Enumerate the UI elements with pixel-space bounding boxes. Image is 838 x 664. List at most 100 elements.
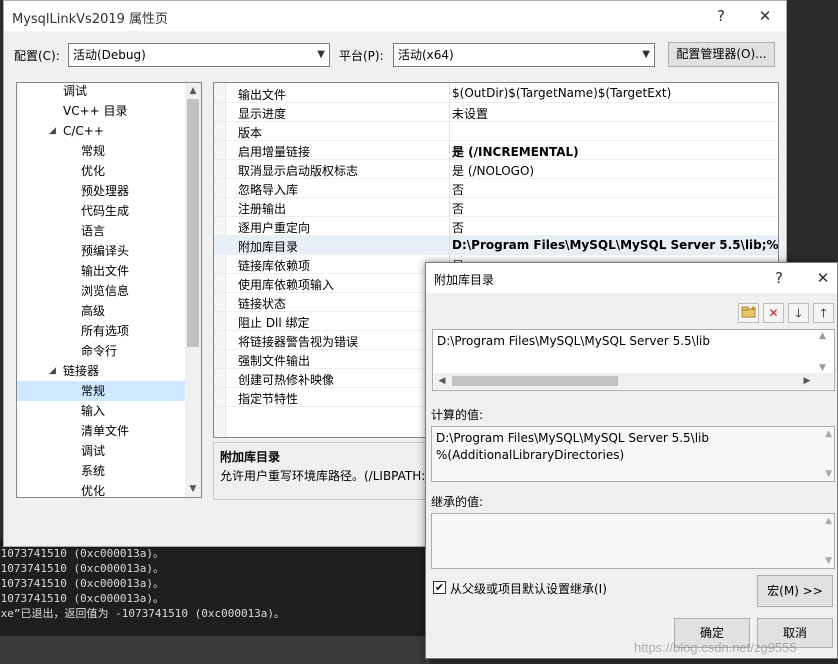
property-row[interactable]: 忽略导入库 否 [214,179,778,198]
description-text: 允许用户重写环境库路径。(/LIBPATH:f [220,469,430,483]
property-value[interactable]: 否 [452,181,778,198]
move-down-icon[interactable]: 🡓 [788,303,809,323]
category-tree: 调试 VC++ 目录 ◢ C/C++ 常规 优化 预处理器 代码生成 语言 预编译头 输出文件 浏览信… [16,82,202,498]
tree-item-label: 优化 [81,164,106,178]
tree-item[interactable]: 优化 [17,161,185,181]
property-value[interactable]: 是 (/INCREMENTAL) [452,143,778,160]
tree-item[interactable]: 常规 [17,381,185,401]
scroll-down-icon[interactable]: ▼ [185,481,201,497]
expand-toggle-icon[interactable]: ◢ [49,121,56,141]
tree-item[interactable]: 系统 [17,461,185,481]
tree-item[interactable]: 高级 [17,301,185,321]
tree-item-label: 输出文件 [81,264,130,278]
tree-item[interactable]: 优化 [17,481,185,498]
console-line: exe”已退出，返回值为 -1073741510 (0xc000013a)。 [0,607,286,620]
property-value[interactable]: D:\Program Files\MySQL\MySQL Server 5.5\… [452,238,778,252]
tree-item[interactable]: 调试 [17,83,185,101]
scroll-down-icon[interactable]: ▼ [825,556,832,566]
config-label: 配置(C): [14,49,60,63]
tree-scroll-thumb[interactable] [187,99,199,347]
configuration-manager-button[interactable]: 配置管理器(O)... [668,42,775,67]
tree-item-label: VC++ 目录 [63,104,128,118]
inherit-checkbox[interactable]: ✔ [433,581,446,594]
directory-entry[interactable]: D:\Program Files\MySQL\MySQL Server 5.5\… [437,334,710,348]
expand-toggle-icon[interactable]: ◢ [49,361,56,381]
property-row[interactable]: 版本 [214,122,778,141]
property-row[interactable]: 附加库目录 D:\Program Files\MySQL\MySQL Server… [214,236,778,255]
directory-list[interactable]: D:\Program Files\MySQL\MySQL Server 5.5\… [432,329,835,391]
scroll-up-icon[interactable]: ▲ [825,429,832,439]
computed-value-line: D:\Program Files\MySQL\MySQL Server 5.5\… [436,431,709,445]
close-icon[interactable]: ✕ [811,267,835,289]
tree-item[interactable]: 代码生成 [17,201,185,221]
property-name: 取消显示启动版权标志 [238,164,359,178]
tree-item[interactable]: 浏览信息 [17,281,185,301]
tree-item[interactable]: VC++ 目录 [17,101,185,121]
tree-item-label: 常规 [81,144,106,158]
property-name: 注册输出 [238,202,287,216]
property-row[interactable]: 取消显示启动版权标志 是 (/NOLOGO) [214,160,778,179]
tree-item-label: 优化 [81,484,106,498]
tree-item[interactable]: ◢ 链接器 [17,361,185,381]
close-icon[interactable]: ✕ [753,5,777,27]
list-vscroll[interactable]: ▲ ▼ [819,331,833,373]
output-console: -1073741510 (0xc000013a)。 -1073741510 (0… [0,540,430,664]
scroll-down-icon[interactable]: ▼ [819,363,826,373]
new-line-icon[interactable]: ✦ [738,303,759,323]
tree-item-label: 语言 [81,224,106,238]
property-row[interactable]: 逐用户重定向 否 [214,217,778,236]
tree-item-label: 调试 [63,84,88,98]
config-select[interactable]: 活动(Debug) ▼ [68,43,330,67]
property-name: 版本 [238,126,263,140]
help-icon[interactable]: ? [767,267,791,289]
move-up-icon[interactable]: 🡑 [813,303,834,323]
platform-select[interactable]: 活动(x64) ▼ [393,43,655,67]
property-name: 阻止 Dll 绑定 [238,316,310,330]
computed-values-label: 计算的值: [431,408,484,422]
property-value[interactable]: $(OutDir)$(TargetName)$(TargetExt) [452,86,778,100]
property-row[interactable]: 输出文件 $(OutDir)$(TargetName)$(TargetExt) [214,84,778,103]
tree-item[interactable]: 预处理器 [17,181,185,201]
folder-star-icon: ✦ [741,304,757,318]
window-title: MysqlLinkVs2019 属性页 [12,12,169,27]
tree-item-label: 链接器 [63,364,100,378]
platform-select-value: 活动(x64) [398,48,454,62]
scroll-left-icon[interactable]: ◀ [434,373,450,389]
property-value[interactable]: 否 [452,200,778,217]
property-name: 创建可热修补映像 [238,373,335,387]
tree-item[interactable]: 常规 [17,141,185,161]
macros-button[interactable]: 宏(M) >> [757,575,833,607]
scroll-down-icon[interactable]: ▼ [825,469,832,479]
list-hscroll[interactable]: ◀ ▶ [434,373,833,389]
property-row[interactable]: 显示进度 未设置 [214,103,778,122]
dialog-titlebar: 附加库目录 ? ✕ [426,263,837,293]
scroll-up-icon[interactable]: ▲ [185,83,201,99]
help-icon[interactable]: ? [709,5,733,27]
scroll-up-icon[interactable]: ▲ [819,331,826,341]
additional-library-directories-dialog: 附加库目录 ? ✕ ✦ ✕ 🡓 🡑 D:\Program Files\MySQL… [425,262,838,659]
tree-item[interactable]: 清单文件 [17,421,185,441]
scroll-up-icon[interactable]: ▲ [825,516,832,526]
property-value[interactable]: 未设置 [452,105,778,122]
platform-label: 平台(P): [339,49,384,63]
list-hscroll-thumb[interactable] [452,376,618,386]
property-row[interactable]: 启用增量链接 是 (/INCREMENTAL) [214,141,778,160]
tree-item[interactable]: 语言 [17,221,185,241]
property-row[interactable]: 注册输出 否 [214,198,778,217]
tree-item[interactable]: ◢ C/C++ [17,121,185,141]
property-name: 忽略导入库 [238,183,299,197]
property-name: 链接库依赖项 [238,259,311,273]
property-value[interactable]: 是 (/NOLOGO) [452,162,778,179]
scroll-right-icon[interactable]: ▶ [799,373,815,389]
tree-item[interactable]: 输出文件 [17,261,185,281]
tree-scrollbar[interactable]: ▲ ▼ [185,83,201,497]
inherit-checkbox-label[interactable]: 从父级或项目默认设置继承(I) [450,580,607,597]
delete-line-icon[interactable]: ✕ [763,303,784,323]
tree-item[interactable]: 输入 [17,401,185,421]
property-name: 附加库目录 [238,240,299,254]
tree-item[interactable]: 所有选项 [17,321,185,341]
tree-item[interactable]: 命令行 [17,341,185,361]
tree-item[interactable]: 调试 [17,441,185,461]
property-value[interactable]: 否 [452,219,778,236]
tree-item[interactable]: 预编译头 [17,241,185,261]
